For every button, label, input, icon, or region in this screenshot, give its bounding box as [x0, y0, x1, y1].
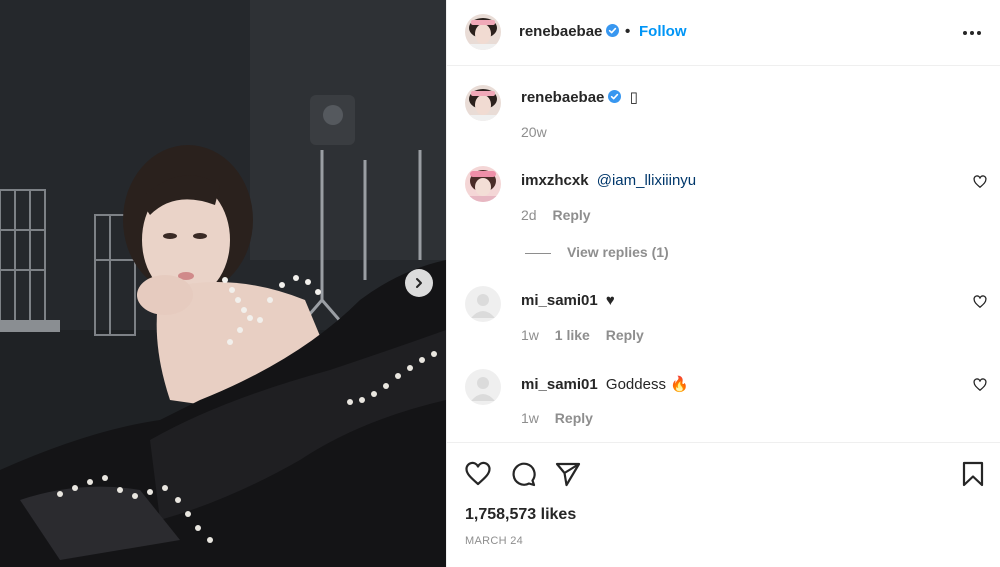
- comment-meta: 1w 1 like Reply: [521, 327, 656, 343]
- comment-text: Goddess 🔥: [605, 376, 689, 393]
- comment-time[interactable]: 1w: [521, 327, 539, 343]
- comment-likes-count[interactable]: 1 like: [555, 327, 590, 343]
- heart-icon: [973, 378, 987, 391]
- next-photo-button[interactable]: [405, 269, 433, 297]
- author-avatar[interactable]: [465, 85, 501, 121]
- comment-item: mi_sami01 Goddess 🔥 1w Reply: [447, 369, 1000, 439]
- comment-meta: 2d Reply: [521, 207, 603, 223]
- caption-meta: 20w: [521, 124, 559, 140]
- bookmark-icon: [962, 461, 984, 487]
- author-avatar[interactable]: [465, 14, 501, 50]
- post-date[interactable]: MARCH 24: [465, 535, 523, 547]
- caption-username[interactable]: renebaebae: [521, 89, 622, 106]
- caption-line: renebaebae ▯: [521, 88, 638, 106]
- comment-item: mi_sami01 ♥ 1w 1 like Reply: [447, 286, 1000, 356]
- separator-dot: •: [625, 23, 631, 40]
- comment-line: mi_sami01 Goddess 🔥: [521, 375, 689, 393]
- comment-button[interactable]: [509, 460, 537, 488]
- paper-plane-icon: [555, 462, 581, 487]
- verified-badge-icon: [608, 90, 622, 103]
- save-button[interactable]: [959, 460, 987, 488]
- caption-time[interactable]: 20w: [521, 124, 547, 140]
- reply-button[interactable]: Reply: [552, 207, 590, 223]
- heart-icon: [973, 175, 987, 188]
- comment-username[interactable]: imxzhcxk: [521, 172, 589, 189]
- like-button[interactable]: [464, 460, 492, 488]
- comment-username[interactable]: mi_sami01: [521, 376, 598, 393]
- comments-list[interactable]: renebaebae ▯ 20w imxzhcxk @iam_llixiiiny…: [447, 67, 1000, 442]
- share-button[interactable]: [554, 460, 582, 488]
- post-caption: renebaebae ▯ 20w: [447, 85, 1000, 145]
- heart-icon: [465, 461, 491, 486]
- comment-line: imxzhcxk @iam_llixiiinyu: [521, 172, 696, 189]
- post-photo[interactable]: [0, 0, 446, 567]
- post-header: renebaebae • Follow: [447, 0, 1000, 66]
- comment-like-button[interactable]: [973, 175, 987, 189]
- reply-button[interactable]: Reply: [606, 327, 644, 343]
- post-actions: 1,758,573 likes MARCH 24: [447, 442, 1000, 567]
- commenter-avatar[interactable]: [465, 369, 501, 405]
- comment-icon: [512, 462, 536, 487]
- commenter-avatar[interactable]: [465, 286, 501, 322]
- chevron-right-icon: [416, 278, 422, 288]
- comment-time[interactable]: 1w: [521, 410, 539, 426]
- post-image: [0, 0, 446, 567]
- reply-button[interactable]: Reply: [555, 410, 593, 426]
- verified-badge-icon: [606, 24, 620, 37]
- comment-mention[interactable]: @iam_llixiiinyu: [597, 172, 696, 189]
- replies-divider: [525, 252, 551, 254]
- commenter-avatar[interactable]: [465, 166, 501, 202]
- comment-text: ♥: [605, 292, 615, 309]
- author-username[interactable]: renebaebae: [519, 23, 620, 40]
- comment-like-button[interactable]: [973, 378, 987, 392]
- comment-meta: 1w Reply: [521, 410, 605, 426]
- view-replies-button[interactable]: View replies (1): [525, 244, 669, 260]
- more-options-icon[interactable]: [961, 22, 983, 44]
- post-sidebar: renebaebae • Follow renebaebae ▯ 20w imx…: [446, 0, 1000, 567]
- caption-text: ▯: [629, 89, 638, 106]
- comment-time[interactable]: 2d: [521, 207, 537, 223]
- heart-icon: [973, 295, 987, 308]
- follow-button[interactable]: Follow: [639, 23, 687, 40]
- comment-username[interactable]: mi_sami01: [521, 292, 598, 309]
- likes-count[interactable]: 1,758,573 likes: [465, 506, 576, 524]
- comment-line: mi_sami01 ♥: [521, 292, 615, 309]
- comment-like-button[interactable]: [973, 295, 987, 309]
